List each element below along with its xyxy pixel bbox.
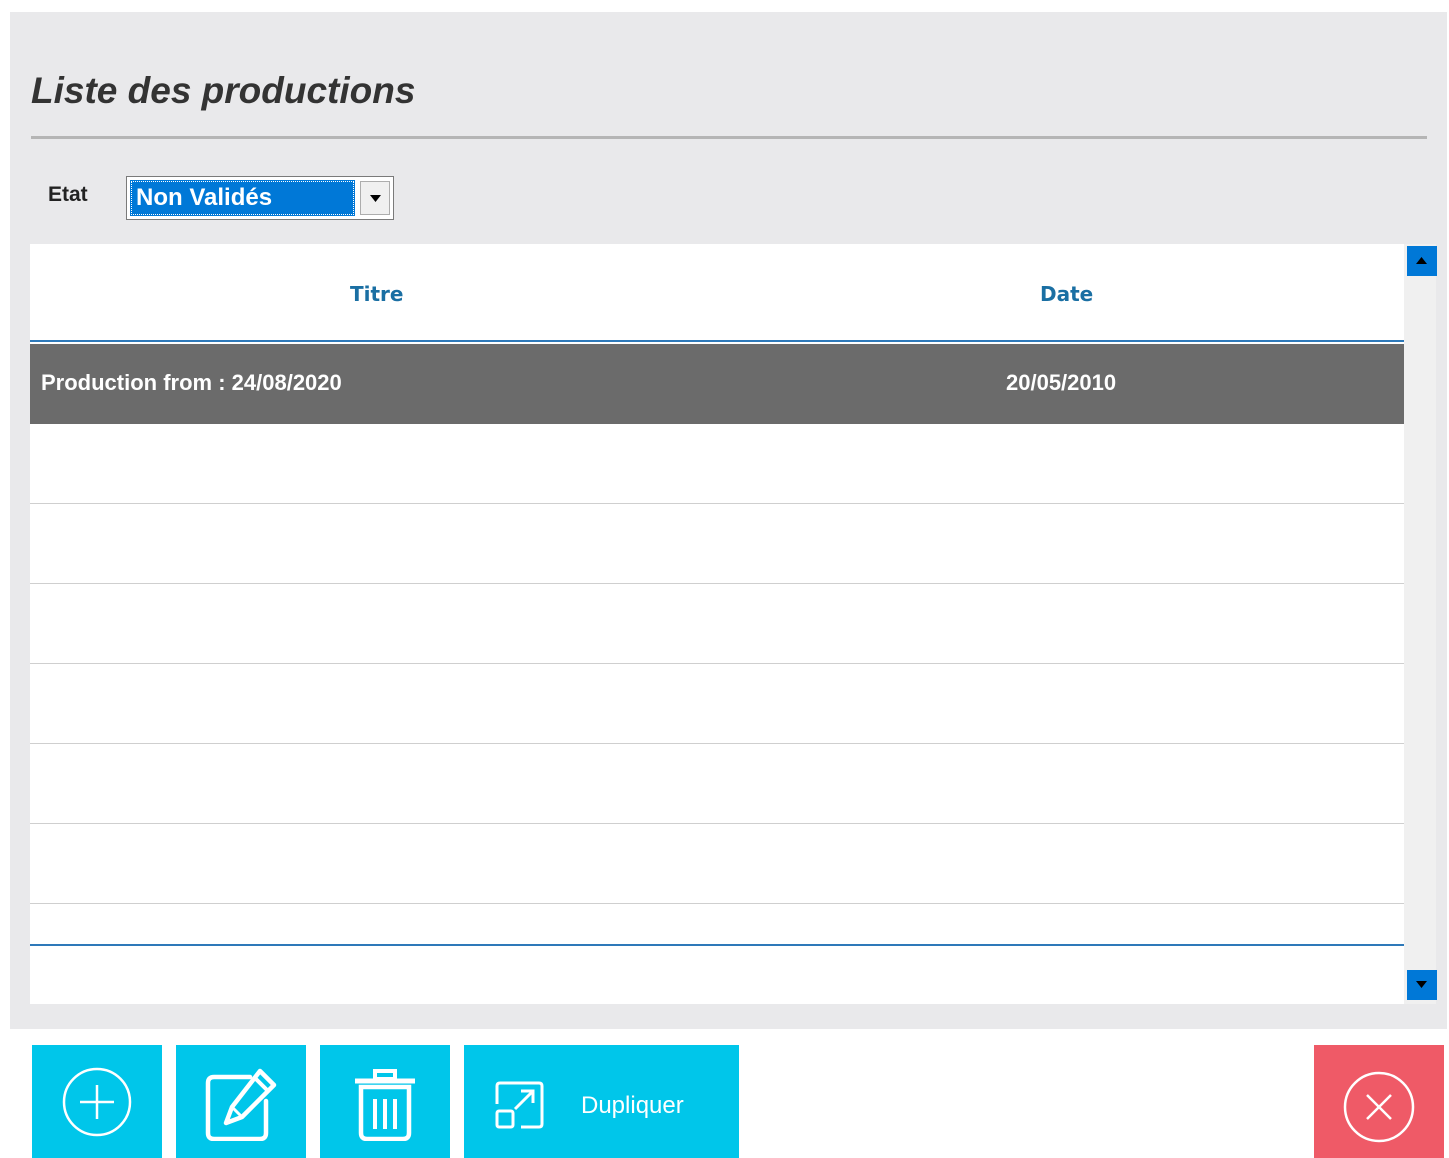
table-scrollbar[interactable] xyxy=(1404,244,1437,1004)
cell-titre: Production from : 24/08/2020 xyxy=(41,370,342,395)
table-row-empty[interactable] xyxy=(30,504,1404,584)
plus-circle-icon xyxy=(62,1067,132,1137)
table-row-empty[interactable] xyxy=(30,904,1404,944)
scroll-down-icon[interactable] xyxy=(1407,970,1437,1000)
table-row-empty[interactable] xyxy=(30,824,1404,904)
chevron-down-icon[interactable] xyxy=(360,181,390,215)
duplicate-label: Dupliquer xyxy=(581,1092,684,1119)
etat-select[interactable]: Non Validés xyxy=(126,176,394,220)
table-row[interactable]: Production from : 24/08/2020 20/05/2010 xyxy=(30,344,1404,424)
table-row-empty[interactable] xyxy=(30,424,1404,504)
cell-date: 20/05/2010 xyxy=(1006,370,1117,395)
add-button[interactable] xyxy=(32,1045,162,1158)
edit-pencil-icon xyxy=(205,1068,277,1141)
table-row-empty[interactable] xyxy=(30,744,1404,824)
main-panel: Liste des productions Etat Non Validés T… xyxy=(10,12,1447,1029)
etat-select-value: Non Validés xyxy=(130,180,355,216)
table-row-empty[interactable] xyxy=(30,664,1404,744)
scroll-up-icon[interactable] xyxy=(1407,246,1437,276)
close-button[interactable] xyxy=(1314,1045,1444,1158)
column-header-date[interactable]: Date xyxy=(1040,282,1093,306)
table-row-empty[interactable] xyxy=(30,584,1404,664)
duplicate-icon xyxy=(495,1081,544,1129)
column-header-titre[interactable]: Titre xyxy=(350,282,404,306)
productions-table: Titre Date Production from : 24/08/2020 … xyxy=(30,244,1404,1004)
table-header: Titre Date xyxy=(30,244,1404,342)
filter-label: Etat xyxy=(48,183,88,206)
delete-button[interactable] xyxy=(320,1045,450,1158)
close-circle-icon xyxy=(1343,1071,1415,1143)
edit-button[interactable] xyxy=(176,1045,306,1158)
table-bottom-rule xyxy=(30,944,1404,946)
title-divider xyxy=(31,136,1427,139)
duplicate-button[interactable]: Dupliquer xyxy=(464,1045,739,1158)
trash-icon xyxy=(355,1069,415,1141)
page-title: Liste des productions xyxy=(31,70,416,111)
